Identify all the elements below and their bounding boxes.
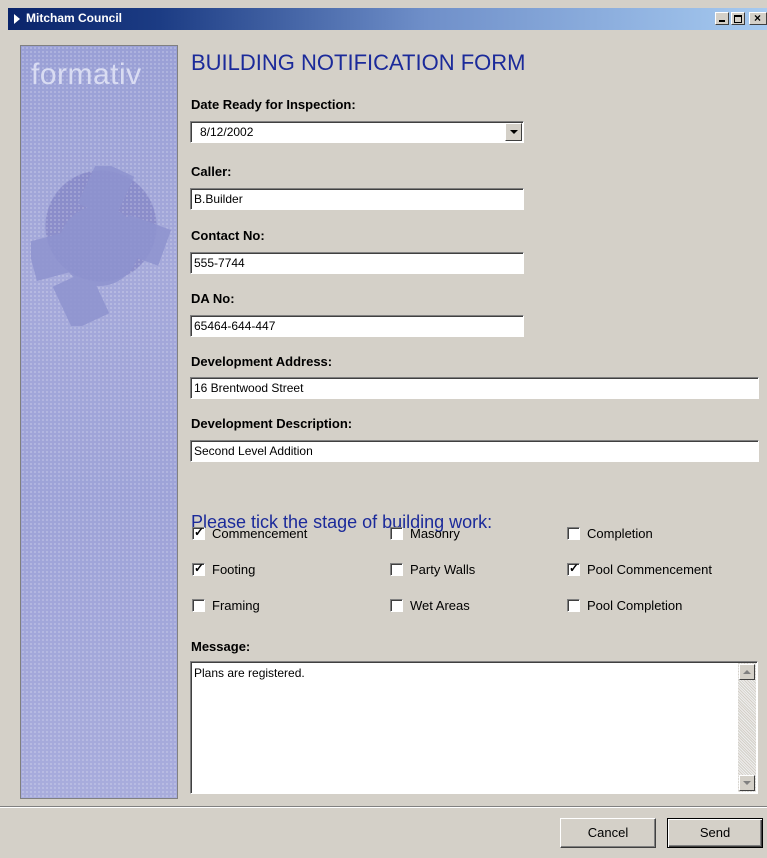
da-label: DA No: — [191, 291, 235, 306]
message-scrollbar[interactable] — [738, 663, 756, 792]
caller-field[interactable]: B.Builder — [190, 188, 524, 210]
date-label: Date Ready for Inspection: — [191, 97, 356, 112]
checkbox-box[interactable] — [390, 563, 403, 576]
description-field[interactable]: Second Level Addition — [190, 440, 759, 462]
message-textarea[interactable]: Plans are registered. — [190, 661, 758, 794]
sidebar-texture — [21, 46, 177, 798]
checkbox-box[interactable]: ✓ — [192, 561, 205, 576]
maximize-button[interactable] — [731, 12, 745, 25]
description-label: Development Description: — [191, 416, 353, 431]
checkbox-label: Framing — [212, 598, 260, 613]
minimize-button[interactable] — [715, 12, 729, 25]
close-button[interactable]: × — [749, 11, 767, 25]
window-menu-icon[interactable] — [14, 14, 20, 24]
da-field[interactable]: 65464-644-447 — [190, 315, 524, 337]
message-label: Message: — [191, 639, 251, 654]
logo: formativ — [31, 58, 142, 91]
contact-field[interactable]: 555-7744 — [190, 252, 524, 274]
title-bar[interactable]: Mitcham Council × — [8, 8, 767, 30]
gear-graphic-icon — [31, 166, 171, 326]
caller-label: Caller: — [191, 164, 232, 179]
checkbox-box[interactable] — [567, 599, 580, 612]
date-select[interactable]: 8/12/2002 — [190, 121, 524, 143]
check-icon: ✓ — [194, 525, 205, 539]
checkbox-box[interactable] — [567, 527, 580, 540]
checkbox-box[interactable] — [390, 599, 403, 612]
checkbox-label: Masonry — [410, 526, 460, 541]
date-value: 8/12/2002 — [200, 125, 254, 139]
checkbox-label: Commencement — [212, 526, 308, 541]
checkbox-box[interactable] — [192, 599, 205, 612]
checkbox-box[interactable]: ✓ — [192, 525, 205, 540]
checkbox-label: Completion — [587, 526, 653, 541]
address-field[interactable]: 16 Brentwood Street — [190, 377, 759, 399]
chevron-down-icon[interactable] — [505, 123, 522, 141]
sidebar-banner: formativ — [20, 45, 178, 799]
checkbox-label: Wet Areas — [410, 598, 470, 613]
checkbox-box[interactable] — [390, 527, 403, 540]
check-icon: ✓ — [194, 561, 205, 575]
checkbox-label: Footing — [212, 562, 256, 577]
scroll-down-icon[interactable] — [739, 775, 755, 791]
cancel-button[interactable]: Cancel — [560, 818, 656, 848]
checkbox-label: Pool Completion — [587, 598, 683, 613]
window-title: Mitcham Council — [26, 11, 123, 25]
checkbox-label: Party Walls — [410, 562, 476, 577]
app-window: Mitcham Council × formativ BUILDING NOTI… — [0, 0, 767, 858]
footer-divider — [0, 806, 767, 808]
message-value: Plans are registered. — [194, 666, 305, 680]
close-icon: × — [754, 11, 762, 25]
checkbox-label: Pool Commencement — [587, 562, 712, 577]
send-button[interactable]: Send — [667, 818, 763, 848]
contact-label: Contact No: — [191, 228, 265, 243]
scroll-up-icon[interactable] — [739, 664, 755, 680]
address-label: Development Address: — [191, 354, 333, 369]
check-icon: ✓ — [569, 561, 580, 575]
form-title: BUILDING NOTIFICATION FORM — [191, 50, 526, 75]
checkbox-box[interactable]: ✓ — [567, 561, 580, 576]
